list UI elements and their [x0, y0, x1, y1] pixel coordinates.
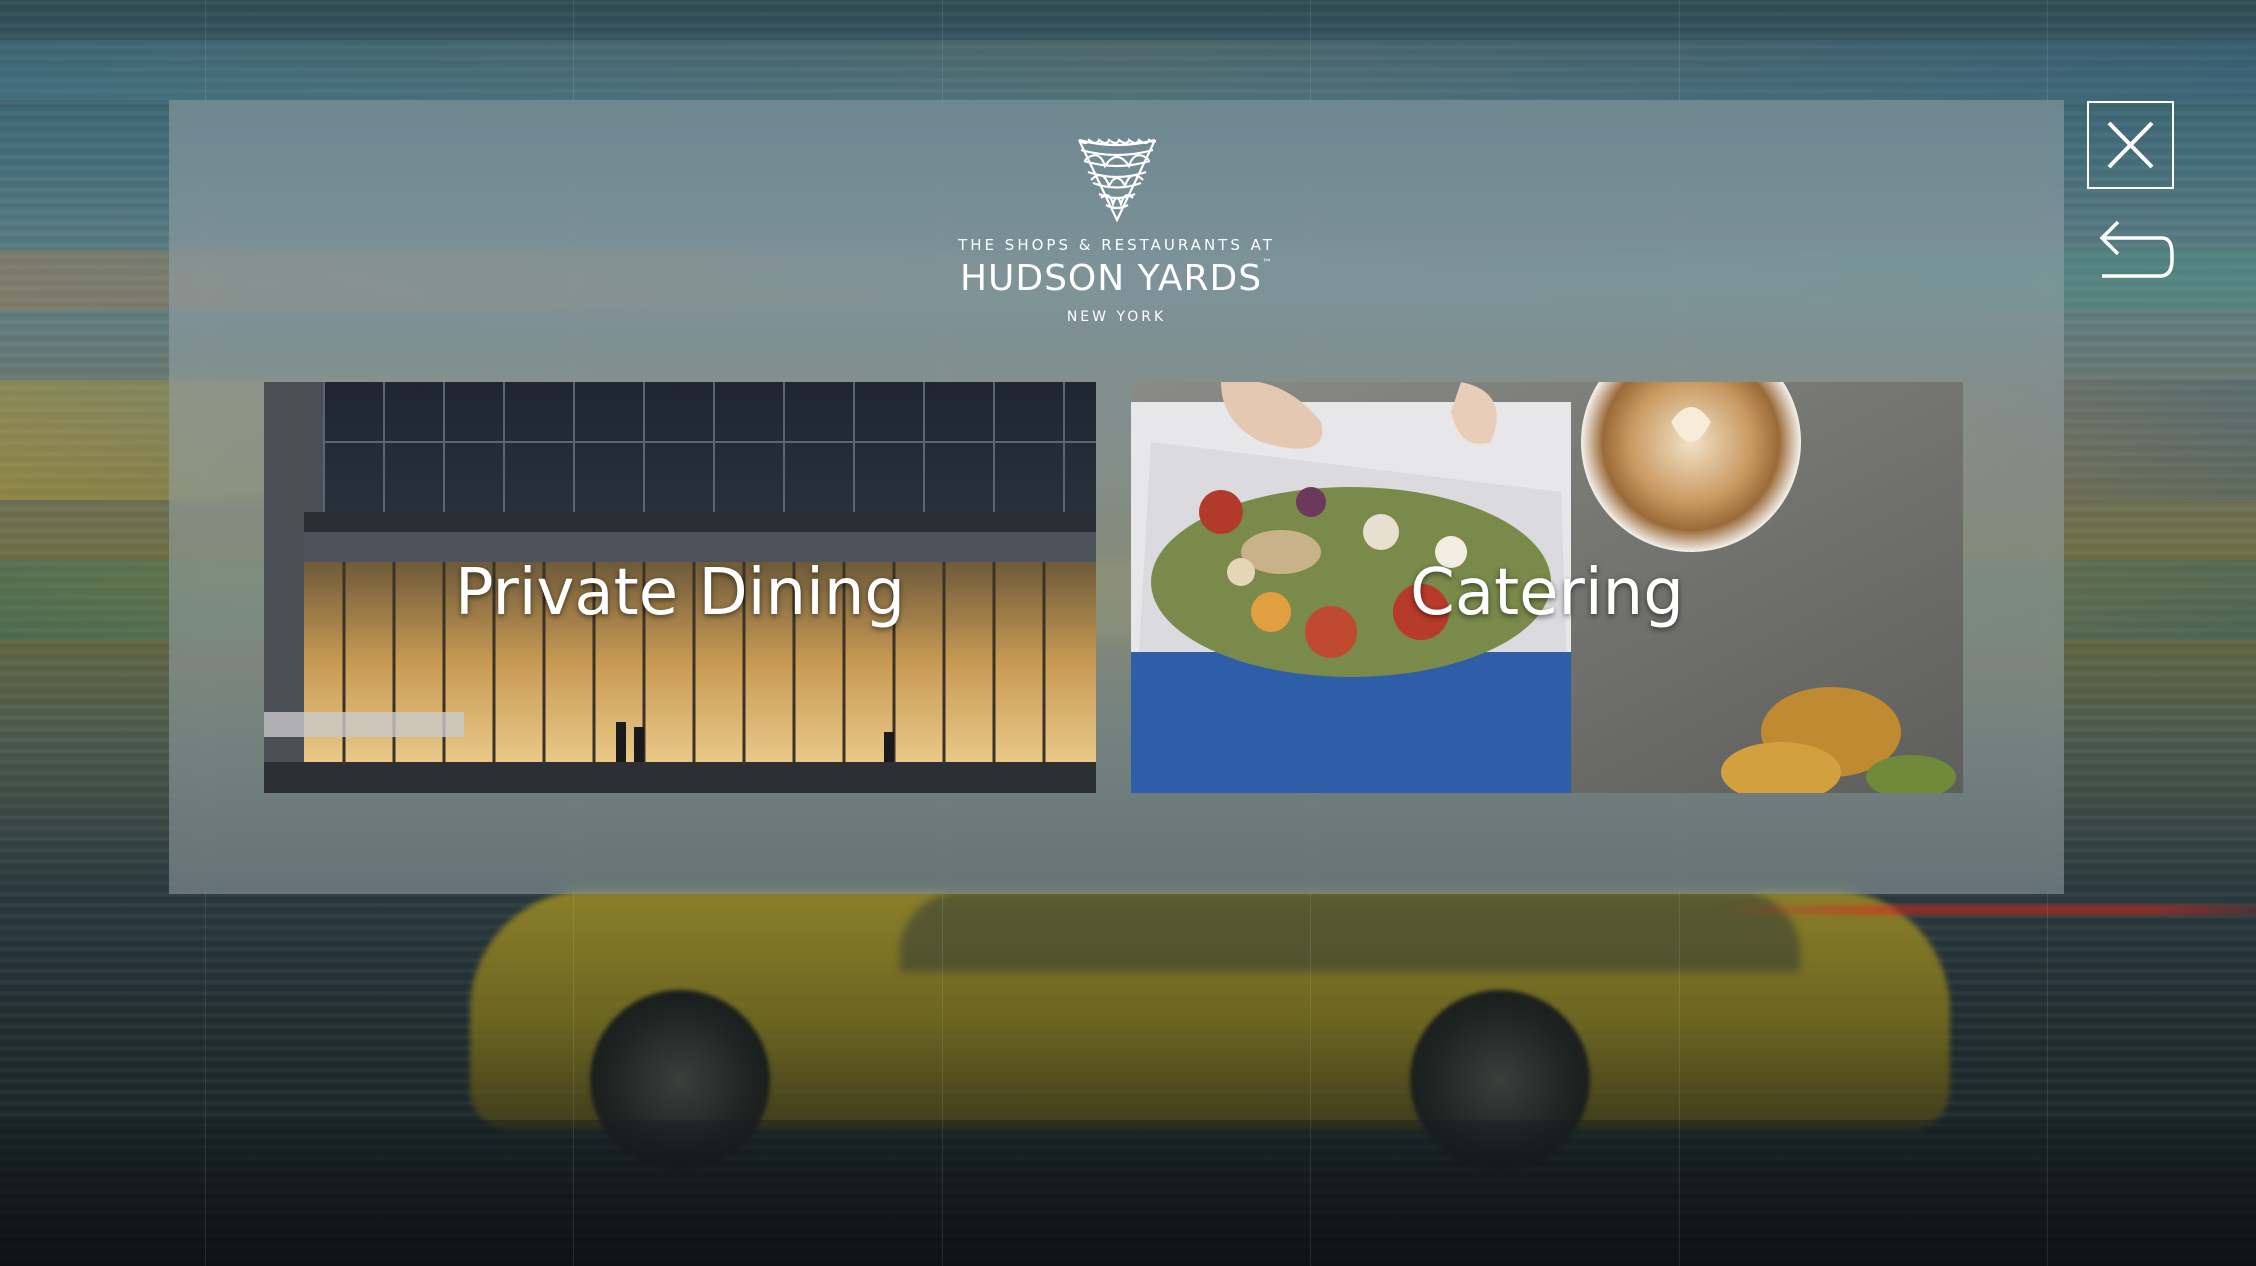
trademark-symbol: ™ — [1262, 258, 1274, 269]
logo-tagline: THE SHOPS & RESTAURANTS AT — [958, 236, 1275, 254]
logo-location: NEW YORK — [1066, 309, 1167, 325]
private-dining-label: Private Dining — [454, 556, 906, 630]
private-dining-tile[interactable]: Private Dining — [264, 382, 1096, 793]
vessel-logo-icon — [1077, 138, 1156, 222]
back-button[interactable] — [2094, 210, 2174, 290]
back-arrow-icon — [2099, 220, 2174, 278]
hudson-yards-logo: THE SHOPS & RESTAURANTS AT HUDSON YARDS™… — [169, 136, 2064, 325]
close-icon — [2107, 121, 2154, 169]
catering-label: Catering — [1410, 556, 1684, 630]
kiosk-screen: THE SHOPS & RESTAURANTS AT HUDSON YARDS™… — [0, 0, 2256, 1266]
dining-options-dialog: THE SHOPS & RESTAURANTS AT HUDSON YARDS™… — [169, 100, 2064, 894]
close-button[interactable] — [2087, 101, 2174, 189]
catering-tile[interactable]: Catering — [1131, 382, 1963, 793]
logo-wordmark: HUDSON YARDS™ — [959, 258, 1274, 299]
